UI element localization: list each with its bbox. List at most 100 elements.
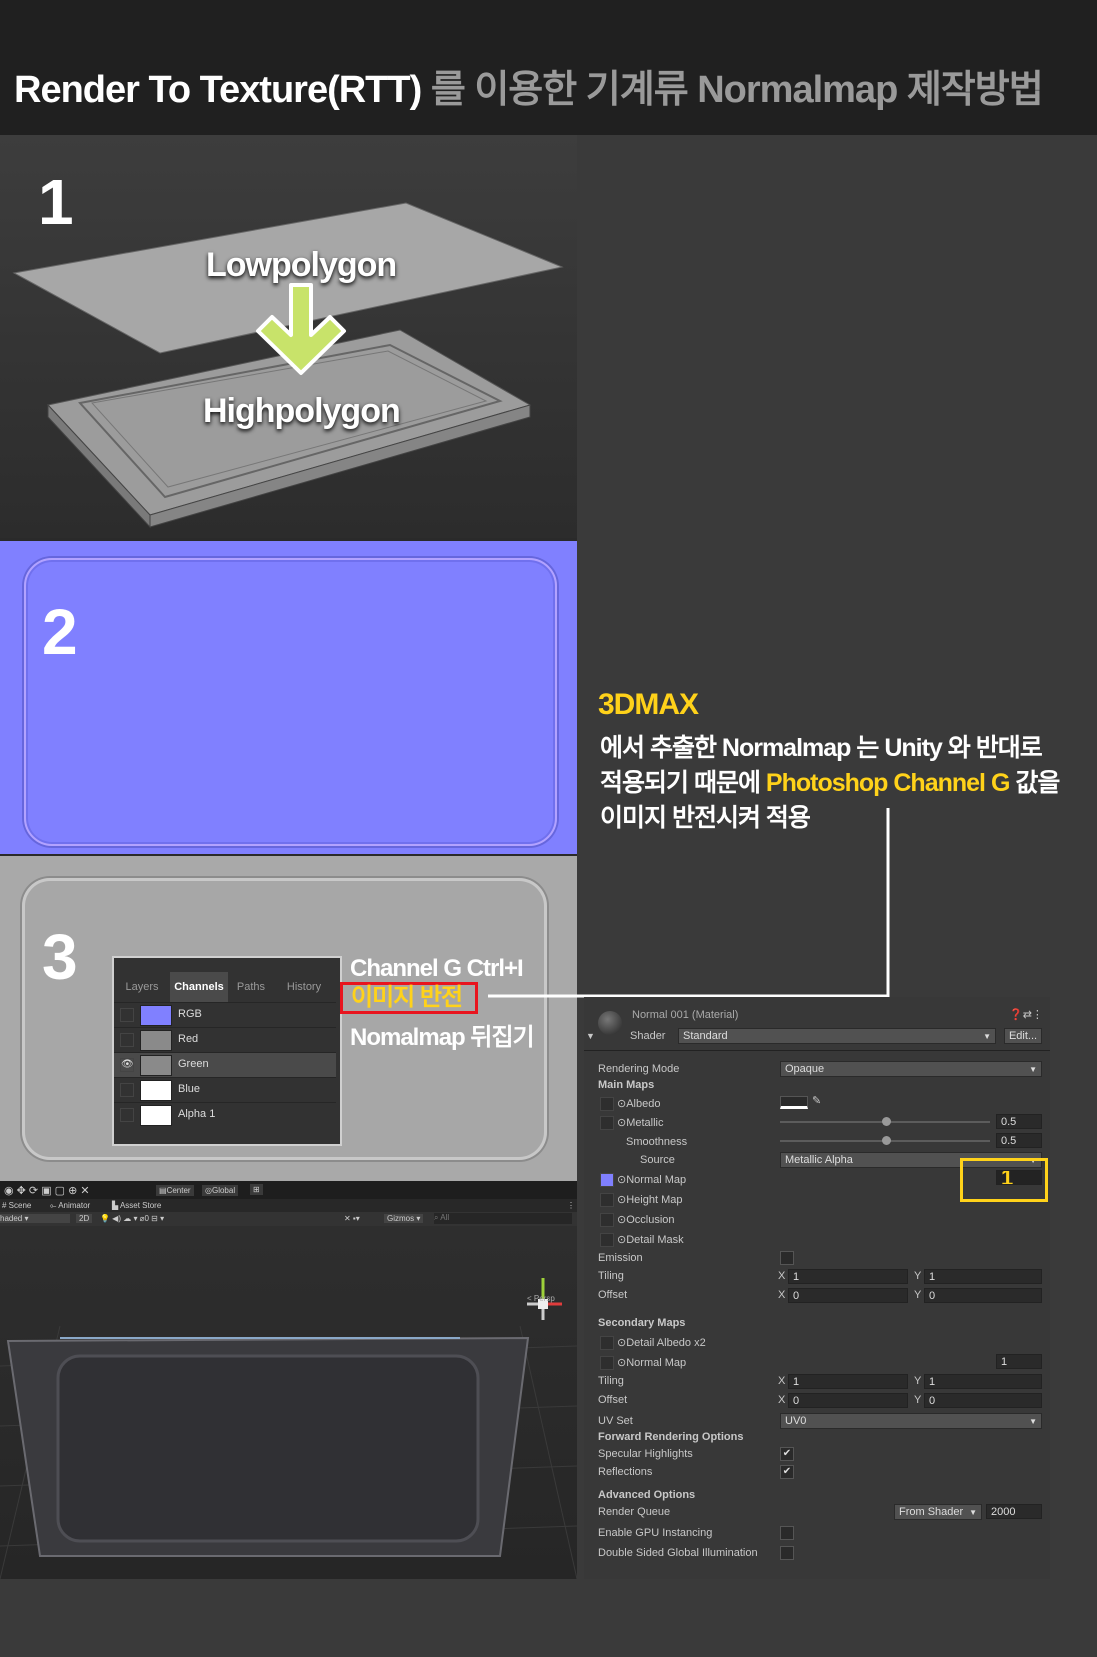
channel-row-rgb[interactable]: RGB	[114, 1002, 336, 1027]
edit-shader-button[interactable]: Edit...	[1004, 1028, 1042, 1044]
view-tool-icon[interactable]: ◉ ✥ ⟳ ▣ ▢ ⊕ ✕	[4, 1184, 90, 1197]
secondary-offset-x-field[interactable]: 0	[788, 1393, 908, 1408]
albedo-label: ⊙Albedo	[617, 1098, 661, 1110]
explanation-line2-highlight: Photoshop Channel G	[765, 769, 1010, 797]
rendering-mode-label: Rendering Mode	[598, 1063, 680, 1075]
height-map-texture-slot[interactable]	[600, 1193, 614, 1207]
channel-name: Green	[178, 1058, 209, 1070]
emission-checkbox[interactable]	[780, 1251, 794, 1265]
forward-rendering-heading: Forward Rendering Options	[598, 1431, 744, 1443]
occlusion-texture-slot[interactable]	[600, 1213, 614, 1227]
tab-history[interactable]: History	[274, 972, 334, 1002]
normal-map-texture-slot[interactable]	[600, 1173, 614, 1187]
scene-search-input[interactable]: ⌕ All	[434, 1213, 572, 1224]
secondary-tiling-y-field[interactable]: 1	[924, 1374, 1042, 1389]
render-queue-label: Render Queue	[598, 1506, 671, 1518]
uv-set-dropdown[interactable]: UV0 ▼	[780, 1413, 1042, 1429]
grid-snap-icon[interactable]: ⊞	[250, 1184, 263, 1195]
unity-scene-view: ◉ ✥ ⟳ ▣ ▢ ⊕ ✕ ▤Center ◎Global ⊞ # Scene …	[0, 1181, 577, 1579]
tab-layers[interactable]: Layers	[114, 972, 170, 1002]
shader-label: Shader	[630, 1030, 666, 1042]
tab-channels[interactable]: Channels	[170, 972, 228, 1002]
detail-mask-texture-slot[interactable]	[600, 1233, 614, 1247]
gizmos-dropdown[interactable]: Gizmos ▾	[384, 1214, 424, 1223]
highpolygon-label: Highpolygon	[203, 392, 401, 430]
scene-options-bar: haded ▾ 2D 💡 ◀) ☁ ▾ ⌀0 ⊟ ▾ ✕ ▪▾ Gizmos ▾…	[0, 1212, 577, 1226]
scene-toolbar: ◉ ✥ ⟳ ▣ ▢ ⊕ ✕ ▤Center ◎Global ⊞	[0, 1181, 577, 1199]
offset-x-field[interactable]: 0	[788, 1288, 908, 1303]
channel-name: RGB	[178, 1008, 202, 1020]
title-english: Render To Texture(RTT)	[14, 69, 422, 111]
secondary-tiling-x-field[interactable]: 1	[788, 1374, 908, 1389]
visibility-eye-icon[interactable]	[120, 1033, 134, 1047]
offset-label: Offset	[598, 1289, 628, 1301]
metallic-texture-slot[interactable]	[600, 1116, 614, 1130]
albedo-texture-slot[interactable]	[600, 1097, 614, 1111]
double-sided-gi-checkbox[interactable]	[780, 1546, 794, 1560]
foldout-icon[interactable]: ▼	[586, 1031, 595, 1041]
detail-mask-label: ⊙Detail Mask	[617, 1234, 684, 1246]
visibility-eye-icon[interactable]: 👁	[120, 1058, 134, 1072]
shader-dropdown[interactable]: Standard ▼	[678, 1028, 996, 1044]
tab-scene[interactable]: # Scene	[2, 1201, 31, 1210]
material-preview-icon	[598, 1011, 622, 1035]
scene-viewport[interactable]	[0, 1226, 577, 1579]
albedo-color-field[interactable]	[780, 1096, 808, 1109]
specular-highlights-checkbox[interactable]: ✔	[780, 1447, 794, 1461]
double-sided-gi-label: Double Sided Global Illumination	[598, 1547, 758, 1559]
tiling-label: Tiling	[598, 1270, 624, 1282]
2d-toggle[interactable]: 2D	[76, 1214, 93, 1223]
scene-mesh-inset	[56, 1354, 480, 1543]
smoothness-value-field[interactable]: 0.5	[996, 1133, 1042, 1148]
tiling-y-field[interactable]: 1	[924, 1269, 1042, 1284]
offset-y-field[interactable]: 0	[924, 1288, 1042, 1303]
help-settings-icon[interactable]: ❓⇄⋮	[1009, 1008, 1043, 1021]
channel-name: Blue	[178, 1083, 201, 1095]
render-queue-dropdown[interactable]: From Shader ▼	[894, 1504, 982, 1520]
channel-row-alpha-1[interactable]: Alpha 1	[114, 1102, 336, 1127]
metallic-slider-handle[interactable]	[882, 1117, 891, 1126]
channel-row-blue[interactable]: Blue	[114, 1077, 336, 1102]
detail-albedo-texture-slot[interactable]	[600, 1336, 614, 1350]
smoothness-slider-handle[interactable]	[882, 1136, 891, 1145]
tab-paths[interactable]: Paths	[228, 972, 274, 1002]
global-toggle[interactable]: ◎Global	[202, 1185, 239, 1196]
more-icon[interactable]: ⋮	[567, 1201, 575, 1210]
lowpolygon-label: Lowpolygon	[206, 246, 397, 284]
smoothness-label: Smoothness	[626, 1136, 688, 1148]
tiling-x-field[interactable]: 1	[788, 1269, 908, 1284]
channel-thumbnail	[140, 1030, 172, 1051]
visibility-eye-icon[interactable]	[120, 1083, 134, 1097]
render-queue-field[interactable]: 2000	[986, 1504, 1042, 1519]
secondary-normal-map-texture-slot[interactable]	[600, 1356, 614, 1370]
rendering-mode-dropdown[interactable]: Opaque ▼	[780, 1061, 1042, 1077]
visibility-eye-icon[interactable]	[120, 1008, 134, 1022]
tiling-y-label: Y	[914, 1270, 922, 1282]
shading-dropdown[interactable]: haded ▾	[0, 1214, 70, 1223]
secondary-offset-y-field[interactable]: 0	[924, 1393, 1042, 1408]
tab-asset-store[interactable]: ▙ Asset Store	[112, 1201, 161, 1210]
explanation-line1: 에서 추출한 Normalmap 는 Unity 와 반대로	[600, 734, 1043, 762]
center-toggle[interactable]: ▤Center	[156, 1185, 194, 1196]
scene-toggles-icon[interactable]: 💡 ◀) ☁ ▾ ⌀0 ⊟ ▾	[100, 1214, 164, 1223]
divider	[584, 1050, 1050, 1051]
channel-row-red[interactable]: Red	[114, 1027, 336, 1052]
gpu-instancing-checkbox[interactable]	[780, 1526, 794, 1540]
secondary-normal-scale-field[interactable]: 1	[996, 1354, 1042, 1369]
tools-icon[interactable]: ✕ ▪▾	[344, 1214, 360, 1223]
secondary-tiling-label: Tiling	[598, 1375, 624, 1387]
eyedropper-icon[interactable]: ✎	[812, 1094, 821, 1107]
specular-highlights-label: Specular Highlights	[598, 1448, 693, 1460]
main-maps-heading: Main Maps	[598, 1079, 655, 1091]
persp-label[interactable]: < Persp	[527, 1294, 555, 1303]
tab-animator[interactable]: ⟜ Animator	[50, 1201, 90, 1211]
channel-name: Red	[178, 1033, 199, 1045]
source-label: Source	[640, 1154, 675, 1166]
visibility-eye-icon[interactable]	[120, 1108, 134, 1122]
reflections-checkbox[interactable]: ✔	[780, 1465, 794, 1479]
normal-scale-field[interactable]: 1	[996, 1170, 1042, 1185]
metallic-value-field[interactable]: 0.5	[996, 1114, 1042, 1129]
page-title: Render To Texture(RTT) 를 이용한 기계류 Normalm…	[14, 58, 1044, 113]
channel-row-green[interactable]: 👁 Green	[114, 1052, 336, 1077]
step1-number: 1	[38, 166, 74, 238]
